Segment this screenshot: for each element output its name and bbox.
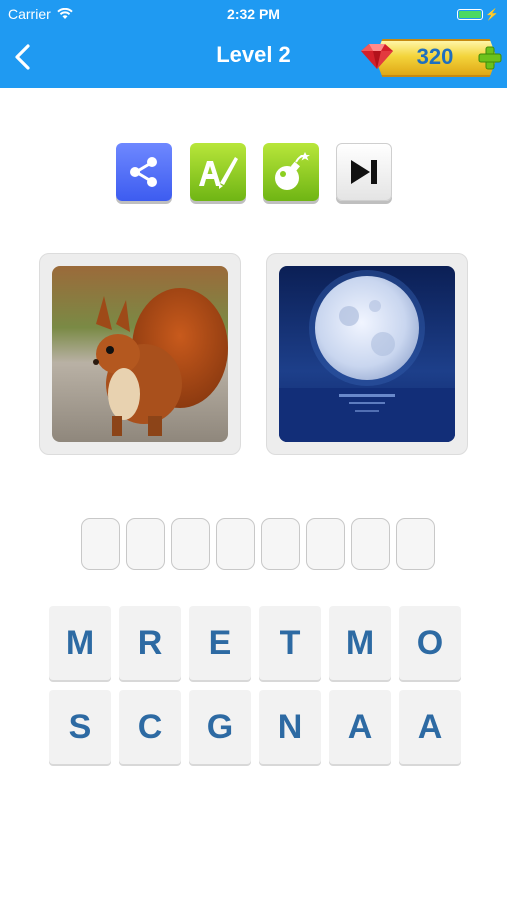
skip-icon	[351, 160, 377, 184]
reveal-letter-button[interactable]	[190, 143, 246, 201]
share-button[interactable]	[116, 143, 172, 201]
reveal-letter-icon	[199, 157, 238, 189]
letter-tile[interactable]: T	[259, 606, 321, 680]
status-time: 2:32 PM	[227, 6, 280, 22]
nav-bar: Level 2 320	[0, 28, 507, 88]
answer-slot[interactable]	[126, 518, 165, 570]
letter-tile[interactable]: N	[259, 690, 321, 764]
letter-row-1: M R E T M O	[49, 606, 463, 680]
letter-tile[interactable]: E	[189, 606, 251, 680]
letter-tile[interactable]: S	[49, 690, 111, 764]
picture-card-squirrel[interactable]	[39, 253, 241, 455]
moon-image	[279, 266, 455, 442]
answer-slot[interactable]	[216, 518, 255, 570]
share-icon	[130, 157, 157, 187]
bomb-icon	[275, 152, 310, 190]
letter-tile[interactable]: R	[119, 606, 181, 680]
answer-slot[interactable]	[351, 518, 390, 570]
answer-slot[interactable]	[306, 518, 345, 570]
letter-tile[interactable]: G	[189, 690, 251, 764]
bomb-button[interactable]	[263, 143, 319, 201]
letter-tile[interactable]: O	[399, 606, 461, 680]
letter-keyboard: M R E T M O S C G N A A	[49, 606, 463, 774]
status-bar: Carrier 2:32 PM ⚡	[0, 0, 507, 28]
answer-slot[interactable]	[261, 518, 300, 570]
letter-tile[interactable]: A	[399, 690, 461, 764]
letter-row-2: S C G N A A	[49, 690, 463, 764]
letter-tile[interactable]: M	[49, 606, 111, 680]
letter-tile[interactable]: M	[329, 606, 391, 680]
coin-count: 320	[416, 44, 454, 69]
battery-icon: ⚡	[457, 8, 499, 21]
answer-slot[interactable]	[171, 518, 210, 570]
answer-slot[interactable]	[81, 518, 120, 570]
answer-slots	[81, 518, 435, 570]
picture-card-moon[interactable]	[266, 253, 468, 455]
answer-slot[interactable]	[396, 518, 435, 570]
ruby-icon	[361, 44, 393, 69]
add-coins-icon[interactable]	[477, 45, 503, 71]
skip-button[interactable]	[336, 143, 392, 201]
charging-icon: ⚡	[485, 9, 499, 21]
squirrel-image	[52, 266, 228, 442]
letter-tile[interactable]: A	[329, 690, 391, 764]
coin-balance[interactable]: 320	[355, 35, 503, 79]
letter-tile[interactable]: C	[119, 690, 181, 764]
